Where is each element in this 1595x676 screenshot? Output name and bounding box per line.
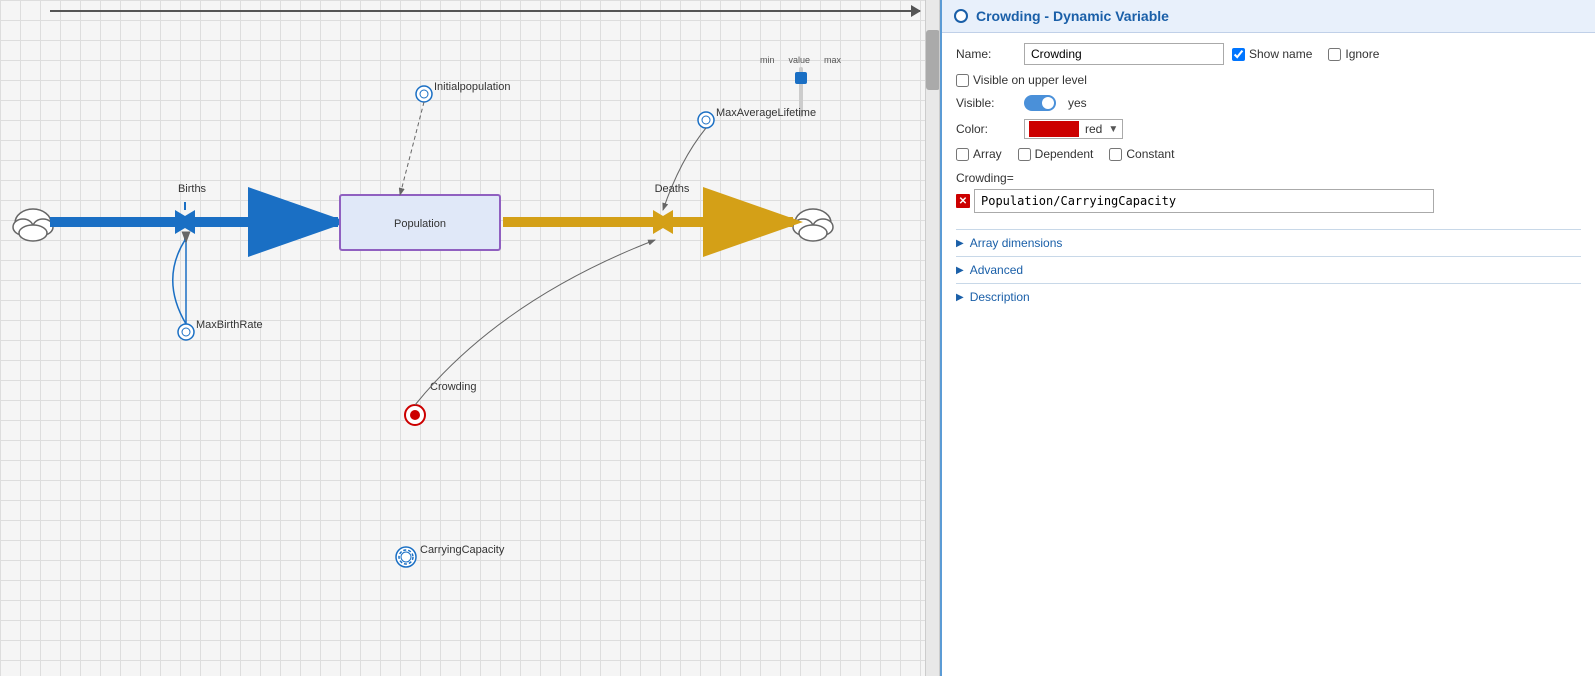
constant-checkbox[interactable] [1109,148,1122,161]
advanced-section[interactable]: ▶ Advanced [956,256,1581,283]
advanced-label: Advanced [970,263,1023,277]
cloud-right [793,209,833,241]
color-swatch[interactable]: red ▼ [1024,119,1123,139]
color-row: Color: red ▼ [956,119,1581,139]
constant-checkbox-label[interactable]: Constant [1109,147,1174,161]
panel-title: Crowding - Dynamic Variable [976,8,1169,24]
visible-upper-text: Visible on upper level [973,73,1087,87]
array-label: Array [973,147,1002,161]
initialpopulation-label: Initialpopulation [434,81,510,93]
canvas-scrollbar-thumb[interactable] [926,30,940,90]
panel-content: Name: Show name Ignore Visible on upper … [942,33,1595,676]
collapsible-sections: ▶ Array dimensions ▶ Advanced ▶ Descript… [956,229,1581,310]
formula-input[interactable] [974,189,1434,213]
ignore-label: Ignore [1345,47,1379,61]
ignore-checkbox-label[interactable]: Ignore [1328,47,1379,61]
array-dimensions-arrow: ▶ [956,238,964,249]
cloud-left [13,209,53,241]
color-box [1029,121,1079,137]
maxbirthrate-label: MaxBirthRate [196,319,263,331]
maxaveragelifetime-label: MaxAverageLifetime [716,107,816,119]
visible-row: Visible: yes [956,95,1581,111]
color-text: red [1085,122,1102,136]
visible-upper-row: Visible on upper level [956,73,1581,87]
ignore-checkbox[interactable] [1328,48,1341,61]
visible-label: Visible: [956,96,1016,110]
array-dimensions-label: Array dimensions [970,236,1063,250]
canvas-scrollbar[interactable] [925,0,939,676]
crowding-inner [410,410,420,420]
births-valve [175,202,195,242]
formula-error-icon: ✕ [956,194,970,208]
dependent-checkbox-label[interactable]: Dependent [1018,147,1094,161]
description-label: Description [970,290,1030,304]
formula-section: Crowding= ✕ [956,171,1581,213]
births-label: Births [178,183,207,195]
panel-icon [954,9,968,23]
visible-upper-checkbox[interactable] [956,74,969,87]
dependent-checkbox[interactable] [1018,148,1031,161]
dependent-label: Dependent [1035,147,1094,161]
advanced-arrow: ▶ [956,265,964,276]
crowding-canvas-label: Crowding [430,381,476,393]
canvas-area[interactable]: min value max [0,0,940,676]
array-checkbox-label[interactable]: Array [956,147,1002,161]
formula-label: Crowding= [956,171,1581,185]
color-label: Color: [956,122,1016,136]
show-name-checkbox[interactable] [1232,48,1245,61]
checkboxes-row: Array Dependent Constant [956,147,1581,161]
array-checkbox[interactable] [956,148,969,161]
maxavg-connector [663,128,706,210]
name-label: Name: [956,47,1016,61]
births-maxbirth-connector [173,240,186,324]
carryingcapacity-label: CarryingCapacity [420,544,505,556]
visible-yes: yes [1068,96,1087,110]
panel-header: Crowding - Dynamic Variable [942,0,1595,33]
visible-upper-label[interactable]: Visible on upper level [956,73,1087,87]
description-section[interactable]: ▶ Description [956,283,1581,310]
show-name-checkbox-label[interactable]: Show name [1232,47,1312,61]
diagram-svg[interactable]: Population Births Deaths Initialpopulati… [0,0,940,676]
name-row: Name: Show name Ignore [956,43,1581,65]
constant-label: Constant [1126,147,1174,161]
deaths-valve [653,210,673,234]
visible-toggle[interactable] [1024,95,1056,111]
properties-panel: Crowding - Dynamic Variable Name: Show n… [940,0,1595,676]
color-dropdown-arrow: ▼ [1108,124,1118,135]
name-input[interactable] [1024,43,1224,65]
formula-container: ✕ [956,189,1581,213]
initialpopulation-connector [400,102,424,195]
description-arrow: ▶ [956,292,964,303]
array-dimensions-section[interactable]: ▶ Array dimensions [956,229,1581,256]
show-name-label: Show name [1249,47,1312,61]
population-text: Population [394,218,446,230]
